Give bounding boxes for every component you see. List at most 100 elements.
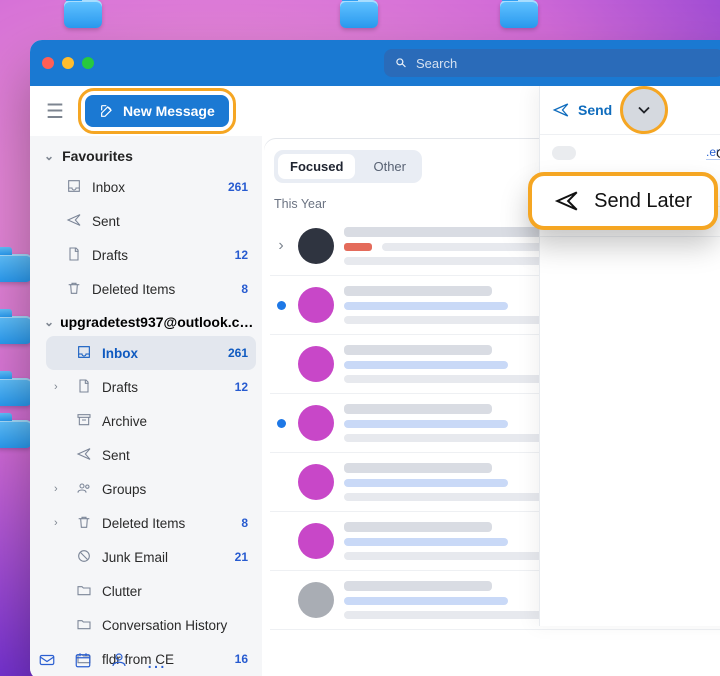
sidebar-item-junk-email[interactable]: Junk Email 21 xyxy=(46,540,256,574)
inbox-icon xyxy=(66,178,82,197)
outlook-label: Outl xyxy=(716,146,720,161)
chevron-right-icon: › xyxy=(54,483,66,495)
desktop-folder xyxy=(0,254,32,282)
inbox-tabs: Focused Other xyxy=(274,150,422,183)
tab-focused[interactable]: Focused xyxy=(278,154,355,179)
chevron-right-icon: › xyxy=(54,517,66,529)
sidebar-item-deleted-items[interactable]: Deleted Items8 xyxy=(36,272,256,306)
avatar xyxy=(298,523,334,559)
sidebar-item-clutter[interactable]: Clutter xyxy=(46,574,256,608)
sidebar-item-drafts[interactable]: Drafts 12 xyxy=(36,238,256,272)
footer-icons: … xyxy=(38,651,168,674)
search-icon xyxy=(394,56,408,70)
people-icon[interactable] xyxy=(110,651,128,669)
folder-icon xyxy=(76,616,92,635)
new-message-label: New Message xyxy=(123,103,215,119)
unread-count: 261 xyxy=(228,346,248,360)
sidebar-item-archive[interactable]: Archive xyxy=(46,404,256,438)
avatar xyxy=(298,582,334,618)
minimize-window-button[interactable] xyxy=(62,57,74,69)
sub-toolbar: ☰ New Message xyxy=(30,86,720,136)
drafts-icon xyxy=(66,246,82,265)
sidebar-toggle-icon[interactable]: ☰ xyxy=(46,99,64,124)
title-bar: Search xyxy=(30,40,720,86)
sidebar-item-label: Drafts xyxy=(102,380,225,395)
sent-icon xyxy=(76,446,92,465)
sidebar-item-label: Archive xyxy=(102,414,238,429)
sidebar-item-label: Deleted Items xyxy=(102,516,231,531)
desktop-folder xyxy=(0,378,32,406)
unread-count: 8 xyxy=(241,516,248,530)
sidebar-item-conversation-history[interactable]: Conversation History xyxy=(46,608,256,642)
avatar xyxy=(298,346,334,382)
unread-dot xyxy=(277,419,286,428)
compose-icon xyxy=(99,103,115,119)
archive-icon xyxy=(76,412,92,431)
avatar xyxy=(298,464,334,500)
sidebar-item-drafts[interactable]: › Drafts 12 xyxy=(46,370,256,404)
sidebar-item-inbox[interactable]: Inbox 261 xyxy=(46,336,256,370)
favourites-label: Favourites xyxy=(62,148,133,164)
trash-icon xyxy=(76,514,92,533)
expand-icon: › xyxy=(278,237,283,255)
groups-icon xyxy=(76,480,92,499)
sidebar-item-groups[interactable]: › Groups xyxy=(46,472,256,506)
account-section[interactable]: ⌄ upgradetest937@outlook.c… xyxy=(36,306,256,336)
desktop-folder xyxy=(0,316,32,344)
sidebar-item-sent[interactable]: Sent xyxy=(36,204,256,238)
account-title: upgradetest937@outlook.c… xyxy=(60,314,253,330)
send-later-menu-item[interactable]: Send Later xyxy=(528,172,718,230)
unread-count: 16 xyxy=(235,652,248,666)
chevron-down-icon: ⌄ xyxy=(44,149,54,163)
tab-other[interactable]: Other xyxy=(361,154,418,179)
sidebar-item-label: Drafts xyxy=(92,248,225,263)
sidebar-item-label: Junk Email xyxy=(102,550,225,565)
compose-pane: Send .email Outl Subject: Calibri (Body)… xyxy=(539,86,720,626)
avatar xyxy=(298,228,334,264)
send-later-label: Send Later xyxy=(594,190,692,213)
sidebar-item-label: Conversation History xyxy=(102,618,238,633)
avatar xyxy=(298,287,334,323)
window-controls xyxy=(42,57,94,69)
send-icon xyxy=(554,188,580,214)
desktop-folder xyxy=(500,0,538,28)
sent-icon xyxy=(66,212,82,231)
sidebar-item-label: Sent xyxy=(102,448,238,463)
unread-dot xyxy=(277,301,286,310)
search-field[interactable]: Search xyxy=(384,49,720,77)
new-message-button[interactable]: New Message xyxy=(85,95,229,127)
unread-count: 21 xyxy=(235,550,248,564)
trash-icon xyxy=(66,280,82,299)
unread-count: 12 xyxy=(235,248,248,262)
favourites-section[interactable]: ⌄ Favourites xyxy=(36,142,256,170)
folder-icon xyxy=(76,582,92,601)
calendar-icon[interactable] xyxy=(74,651,92,669)
highlight-ring: New Message xyxy=(78,88,236,134)
unread-count: 8 xyxy=(241,282,248,296)
desktop-folder xyxy=(0,420,32,448)
avatar xyxy=(298,405,334,441)
chevron-down-icon: ⌄ xyxy=(44,315,54,329)
sidebar-item-label: Inbox xyxy=(102,346,218,361)
desktop-folder xyxy=(64,0,102,28)
to-field[interactable]: .email Outl xyxy=(540,134,720,170)
drafts-icon xyxy=(76,378,92,397)
desktop-folder xyxy=(340,0,378,28)
sidebar-item-label: Inbox xyxy=(92,180,218,195)
close-window-button[interactable] xyxy=(42,57,54,69)
sidebar-item-sent[interactable]: Sent xyxy=(46,438,256,472)
junk-icon xyxy=(76,548,92,567)
sidebar-item-label: Groups xyxy=(102,482,238,497)
inbox-icon xyxy=(76,344,92,363)
unread-count: 12 xyxy=(235,380,248,394)
sidebar-item-inbox[interactable]: Inbox 261 xyxy=(36,170,256,204)
more-icon[interactable]: … xyxy=(146,651,168,674)
unread-count: 261 xyxy=(228,180,248,194)
sidebar-item-label: Sent xyxy=(92,214,238,229)
search-placeholder: Search xyxy=(416,56,457,71)
mail-icon[interactable] xyxy=(38,651,56,669)
chevron-right-icon: › xyxy=(54,381,66,393)
sidebar: ⌄ Favourites Inbox 261 Sent Drafts 12 Deleted… xyxy=(30,136,262,676)
maximize-window-button[interactable] xyxy=(82,57,94,69)
sidebar-item-deleted-items[interactable]: › Deleted Items 8 xyxy=(46,506,256,540)
